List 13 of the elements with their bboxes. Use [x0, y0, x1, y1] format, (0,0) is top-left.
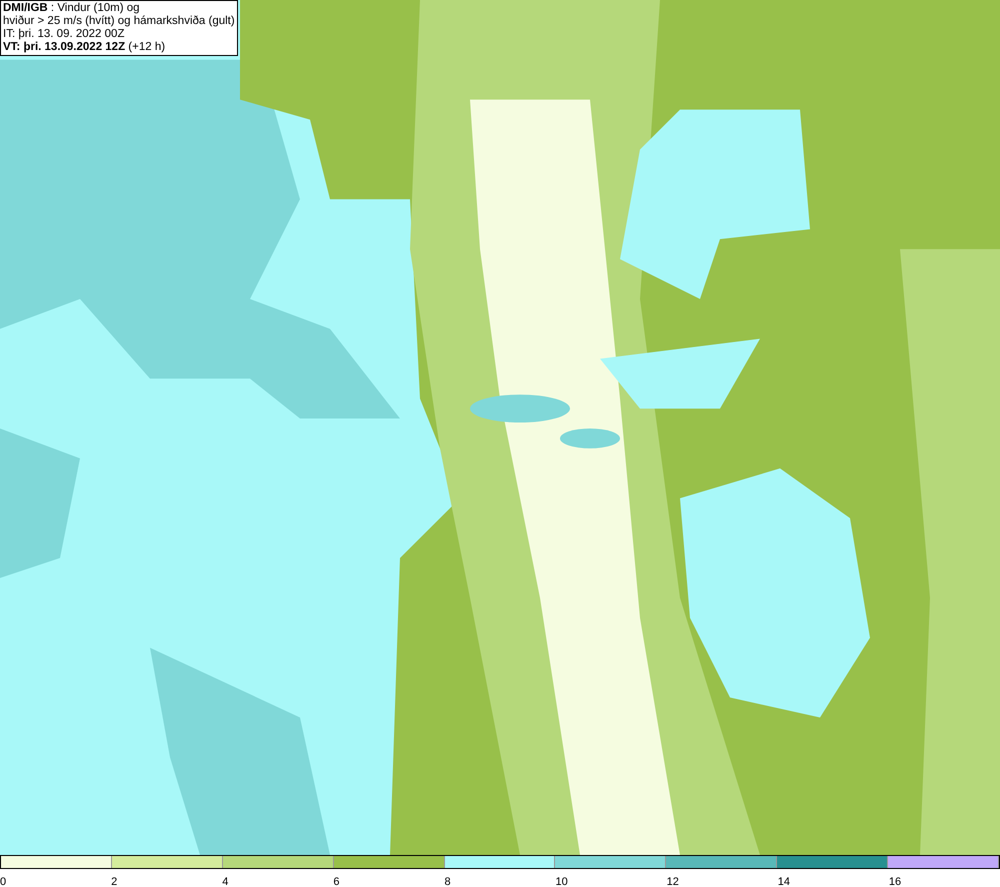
legend-label: 14 — [778, 876, 790, 887]
legend-label: 4 — [222, 876, 228, 887]
legend-label: 2 — [111, 876, 118, 887]
legend-label: 10 — [556, 876, 568, 887]
legend-label: 8 — [444, 876, 451, 887]
info-text: IT: þri. 13. 09. 2022 00Z — [3, 28, 126, 41]
legend-label: 0 — [0, 876, 6, 887]
legend-label: 12 — [666, 876, 679, 887]
legend-label: 6 — [333, 876, 340, 887]
info-text: DMI/IGB : Vindur (10m) og — [3, 2, 141, 15]
legend-label: 16 — [888, 876, 902, 887]
info-text: VT: þri. 13.09.2022 12Z (+12 h) — [3, 41, 166, 54]
info-text: hviður > 25 m/s (hvítt) og hámarkshviða (gult) — [3, 15, 235, 28]
